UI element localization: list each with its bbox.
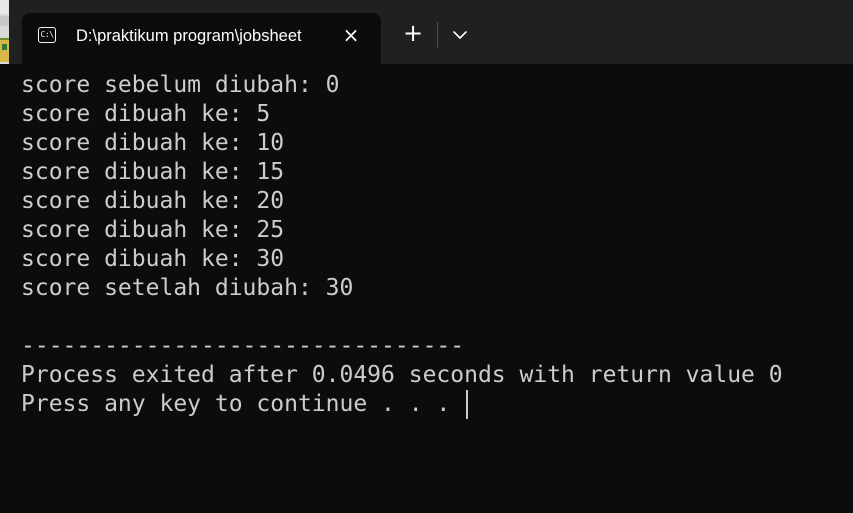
- tab-title: D:\praktikum program\jobsheet: [76, 27, 302, 45]
- console-line: score setelah diubah: 30: [21, 275, 354, 301]
- console-line: score dibuah ke: 30: [21, 246, 285, 272]
- console-line: score dibuah ke: 25: [21, 217, 285, 243]
- toolbar-divider: [437, 22, 438, 48]
- console-line: score dibuah ke: 15: [21, 159, 285, 185]
- title-bar: C:\ D:\praktikum program\jobsheet × +: [0, 0, 853, 64]
- plus-icon[interactable]: +: [398, 20, 428, 48]
- terminal-tab[interactable]: C:\ D:\praktikum program\jobsheet ×: [22, 13, 381, 64]
- terminal-icon: C:\: [38, 27, 56, 43]
- close-icon[interactable]: ×: [340, 24, 362, 46]
- console-line: score dibuah ke: 10: [21, 130, 285, 156]
- console-prompt-line: Press any key to continue . . .: [21, 390, 841, 419]
- chevron-down-icon[interactable]: [448, 22, 472, 48]
- terminal-window: C:\ D:\praktikum program\jobsheet × + sc…: [0, 0, 853, 513]
- console-line: score sebelum diubah: 0: [21, 72, 340, 98]
- console-line: --------------------------------: [21, 333, 465, 359]
- console-line: score dibuah ke: 20: [21, 188, 285, 214]
- console-line: score dibuah ke: 5: [21, 101, 271, 127]
- background-window-edge: [0, 0, 9, 64]
- console-output[interactable]: score sebelum diubah: 0 score dibuah ke: …: [21, 71, 841, 501]
- console-prompt-text: Press any key to continue . . .: [21, 391, 465, 417]
- console-line: Process exited after 0.0496 seconds with…: [21, 362, 783, 388]
- text-cursor: [466, 390, 469, 419]
- chevron-down-shape: [453, 31, 467, 39]
